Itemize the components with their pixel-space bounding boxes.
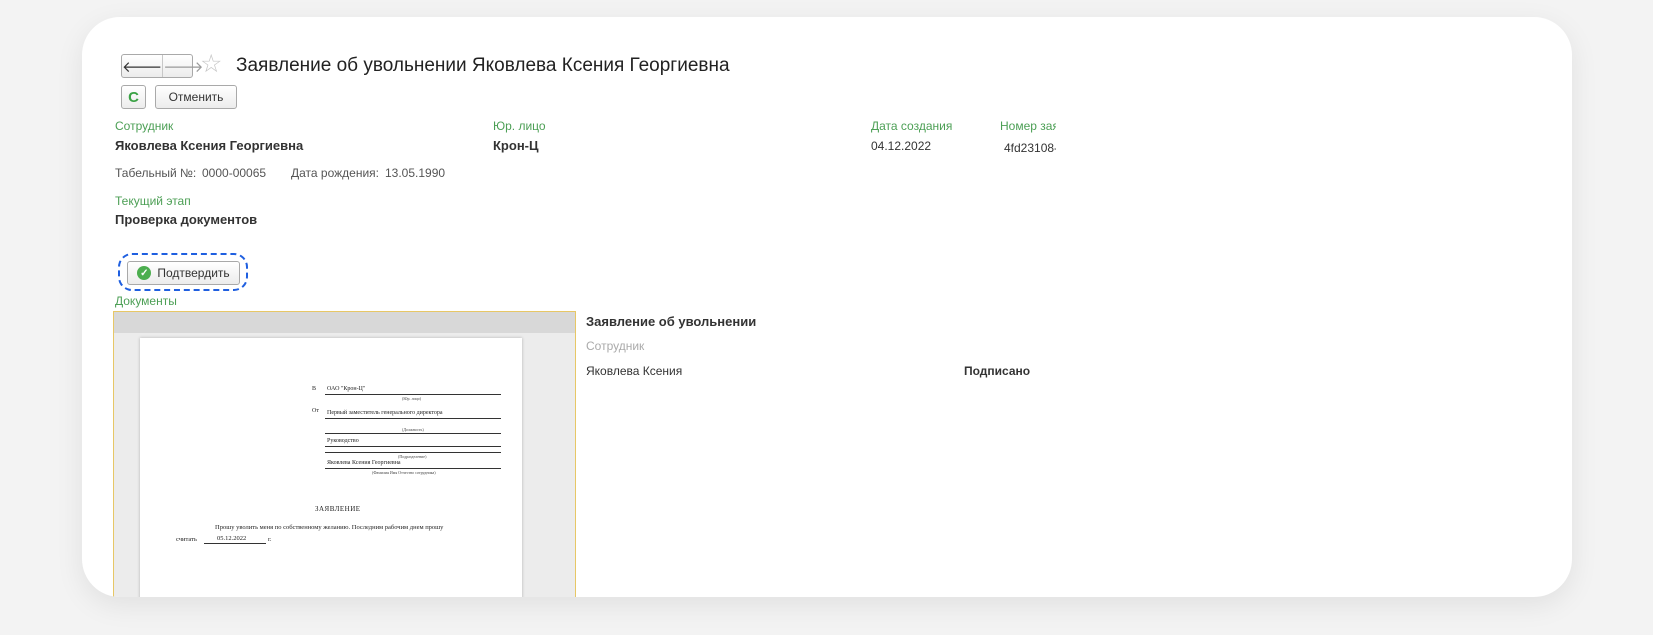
document-title[interactable]: Заявление об увольнении bbox=[586, 314, 756, 329]
document-employee-value: Яковлева Ксения bbox=[586, 364, 683, 378]
doc-body-line1: Прошу уволить меня по собственному желан… bbox=[215, 524, 444, 531]
documents-section-label: Документы bbox=[115, 294, 177, 308]
current-stage-value: Проверка документов bbox=[115, 212, 258, 227]
doc-body-suffix: г. bbox=[268, 536, 272, 543]
doc-body-prefix: считать bbox=[176, 536, 197, 543]
birth-date-value: 13.05.1990 bbox=[385, 166, 446, 180]
doc-line bbox=[325, 446, 501, 447]
doc-department-caption: (Подразделение) bbox=[398, 454, 427, 459]
current-stage-label: Текущий этап bbox=[115, 194, 191, 208]
doc-to-caption: (Юр. лицо) bbox=[402, 396, 422, 401]
doc-name-caption: (Фамилия Имя Отчество сотрудника) bbox=[372, 470, 436, 475]
document-status: Подписано bbox=[964, 364, 1031, 378]
document-form-window: 🡐 🡒 ☆ Заявление об увольнении Яковлева К… bbox=[82, 17, 1572, 597]
back-arrow-icon[interactable]: 🡐 bbox=[122, 55, 164, 77]
doc-line bbox=[325, 418, 501, 419]
confirm-button-label: Подтвердить bbox=[157, 266, 230, 280]
doc-line bbox=[325, 468, 501, 469]
doc-from-prefix: От bbox=[312, 408, 319, 414]
doc-line bbox=[325, 394, 501, 395]
refresh-icon[interactable]: C bbox=[121, 85, 146, 109]
star-icon[interactable]: ☆ bbox=[200, 51, 222, 77]
doc-line bbox=[325, 452, 501, 453]
request-number-value: 4fd23108- bbox=[1004, 141, 1056, 155]
doc-line bbox=[204, 543, 266, 544]
doc-position-caption: (Должность) bbox=[402, 427, 424, 432]
created-date-value: 04.12.2022 bbox=[871, 139, 932, 153]
doc-name-value: Яковлева Ксения Георгиевна bbox=[327, 460, 401, 466]
doc-body-date: 05.12.2022 bbox=[217, 535, 247, 542]
confirm-button[interactable]: ✓ Подтвердить bbox=[127, 261, 240, 285]
document-page: В ОАО "Крон-Ц" (Юр. лицо) От Первый заме… bbox=[140, 338, 522, 597]
doc-line bbox=[325, 433, 501, 434]
page-title: Заявление об увольнении Яковлева Ксения … bbox=[236, 55, 730, 76]
doc-position-value: Первый заместитель генерального директор… bbox=[327, 410, 443, 416]
employee-label: Сотрудник bbox=[115, 119, 174, 133]
doc-department-value: Руководство bbox=[327, 438, 359, 444]
preview-toolbar bbox=[114, 312, 575, 333]
check-circle-icon: ✓ bbox=[137, 266, 152, 280]
cancel-button[interactable]: Отменить bbox=[155, 85, 237, 109]
document-employee-label: Сотрудник bbox=[586, 339, 645, 353]
doc-to-prefix: В bbox=[312, 386, 317, 392]
created-date-label: Дата создания bbox=[871, 119, 953, 133]
legal-entity-value[interactable]: Крон-Ц bbox=[493, 138, 539, 153]
doc-heading: ЗАЯВЛЕНИЕ bbox=[315, 505, 361, 513]
request-number-label: Номер зая bbox=[1000, 119, 1056, 133]
tab-number-value: 0000-00065 bbox=[202, 166, 267, 180]
document-preview[interactable]: В ОАО "Крон-Ц" (Юр. лицо) От Первый заме… bbox=[113, 311, 576, 597]
employee-value[interactable]: Яковлева Ксения Георгиевна bbox=[115, 138, 303, 153]
birth-date-label: Дата рождения: bbox=[291, 166, 379, 180]
tab-number-label: Табельный №: bbox=[115, 166, 197, 180]
forward-arrow-icon[interactable]: 🡒 bbox=[163, 55, 203, 77]
history-nav: 🡐 🡒 bbox=[121, 54, 203, 78]
legal-entity-label: Юр. лицо bbox=[493, 119, 546, 133]
doc-to-value: ОАО "Крон-Ц" bbox=[327, 386, 366, 392]
